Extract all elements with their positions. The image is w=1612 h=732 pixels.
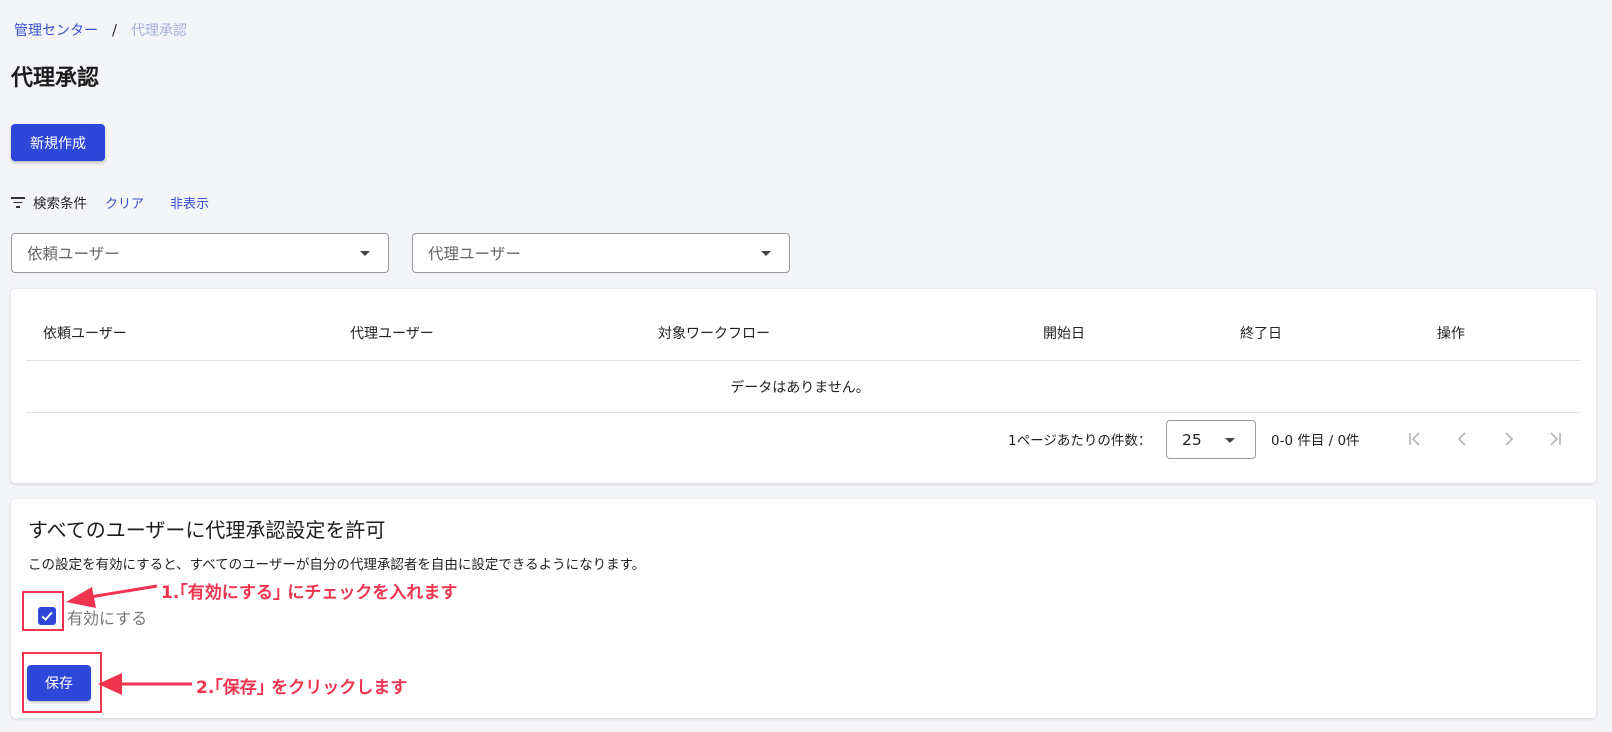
column-header-requester: 依頼ユーザー xyxy=(43,326,127,342)
chevron-down-icon xyxy=(360,251,370,256)
table-divider xyxy=(26,360,1580,361)
delegation-table-card: 依頼ユーザー 代理ユーザー 対象ワークフロー 開始日 終了日 操作 データはあり… xyxy=(11,289,1596,483)
rows-per-page-label: 1ページあたりの件数： xyxy=(1008,433,1152,449)
filter-icon xyxy=(11,196,25,208)
next-page-icon[interactable] xyxy=(1497,427,1521,451)
annotation-step2: 2.｢保存｣ をクリックします xyxy=(196,678,408,698)
enable-checkbox-label[interactable]: 有効にする xyxy=(67,605,147,629)
first-page-icon[interactable] xyxy=(1403,427,1427,451)
settings-description: この設定を有効にすると、すべてのユーザーが自分の代理承認者を自由に設定できるよう… xyxy=(28,557,646,573)
column-header-workflow: 対象ワークフロー xyxy=(658,326,770,342)
pagination-range: 0-0 件目 / 0件 xyxy=(1271,433,1360,449)
page-title: 代理承認 xyxy=(11,66,100,91)
filter-label: 検索条件 xyxy=(33,196,87,212)
annotation-step1: 1.｢有効にする｣ にチェックを入れます xyxy=(161,583,458,603)
column-header-start-date: 開始日 xyxy=(1043,326,1085,342)
requester-user-select[interactable]: 依頼ユーザー xyxy=(11,233,389,273)
delegate-user-placeholder: 代理ユーザー xyxy=(428,245,521,263)
previous-page-icon[interactable] xyxy=(1450,427,1474,451)
breadcrumb-separator: / xyxy=(112,21,118,39)
settings-title: すべてのユーザーに代理承認設定を許可 xyxy=(28,518,386,542)
requester-user-placeholder: 依頼ユーザー xyxy=(27,245,120,263)
column-header-end-date: 終了日 xyxy=(1240,326,1282,342)
last-page-icon[interactable] xyxy=(1543,427,1567,451)
filter-hide-link[interactable]: 非表示 xyxy=(170,193,209,212)
checkbox-highlight-box xyxy=(22,591,64,631)
table-empty-message: データはありません。 xyxy=(730,380,870,396)
breadcrumb: 管理センター / 代理承認 xyxy=(14,20,187,40)
chevron-down-icon xyxy=(761,251,771,256)
rows-per-page-value: 25 xyxy=(1182,430,1202,449)
chevron-down-icon xyxy=(1225,438,1235,443)
save-button-highlight-box xyxy=(22,652,102,713)
breadcrumb-current: 代理承認 xyxy=(131,23,188,39)
column-header-delegate: 代理ユーザー xyxy=(350,326,434,342)
filter-clear-link[interactable]: クリア xyxy=(105,193,144,212)
delegate-user-select[interactable]: 代理ユーザー xyxy=(412,233,790,273)
new-create-button[interactable]: 新規作成 xyxy=(11,124,105,161)
column-header-actions: 操作 xyxy=(1437,326,1465,342)
rows-per-page-select[interactable]: 25 xyxy=(1166,420,1256,459)
filter-bar: 検索条件 クリア 非表示 xyxy=(11,192,209,212)
breadcrumb-admin-center-link[interactable]: 管理センター xyxy=(14,20,98,40)
table-divider xyxy=(26,412,1580,413)
